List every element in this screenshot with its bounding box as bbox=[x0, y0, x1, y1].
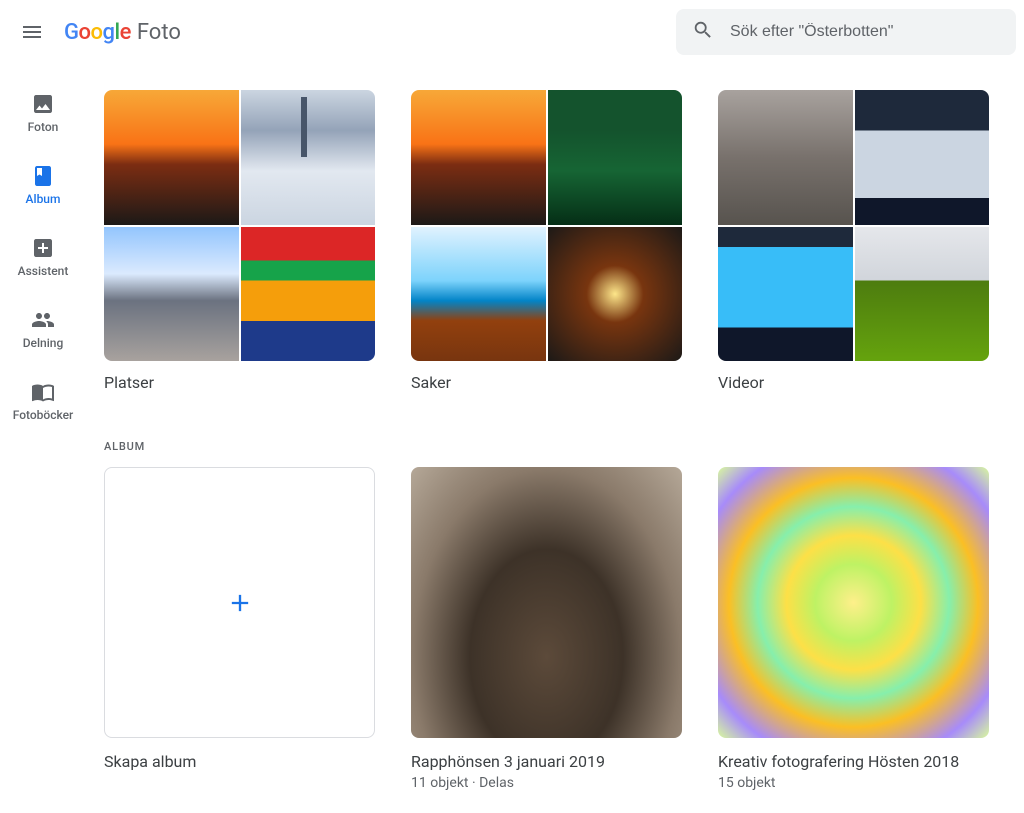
photobook-icon bbox=[31, 380, 55, 404]
google-logo-text: Google bbox=[64, 20, 131, 45]
category-tile bbox=[104, 90, 239, 225]
album-meta: 15 objekt bbox=[718, 775, 989, 791]
category-tile-grid bbox=[104, 90, 375, 361]
main-layout: Foton Album Assistent Delning Fotoböcker bbox=[0, 64, 1024, 813]
category-tile bbox=[548, 227, 683, 362]
content-area: Platser Saker Videor bbox=[86, 64, 1024, 813]
sidebar-item-label: Fotoböcker bbox=[13, 408, 74, 422]
category-label: Videor bbox=[718, 373, 989, 392]
album-section-header: ALBUM bbox=[104, 440, 1006, 453]
search-bar[interactable] bbox=[676, 9, 1016, 55]
category-tile-grid bbox=[411, 90, 682, 361]
album-card[interactable]: Kreativ fotografering Hösten 2018 15 obj… bbox=[718, 467, 989, 791]
album-title: Kreativ fotografering Hösten 2018 bbox=[718, 752, 989, 771]
search-icon bbox=[692, 19, 714, 45]
category-card-videos[interactable]: Videor bbox=[718, 90, 989, 392]
product-name: Foto bbox=[137, 20, 181, 45]
album-cover bbox=[718, 467, 989, 738]
category-tile bbox=[718, 227, 853, 362]
sidebar-item-photos[interactable]: Foton bbox=[28, 92, 59, 134]
category-tile-grid bbox=[718, 90, 989, 361]
category-row: Platser Saker Videor bbox=[104, 90, 1006, 392]
sidebar-item-label: Assistent bbox=[18, 264, 69, 278]
category-tile bbox=[548, 90, 683, 225]
assistant-icon bbox=[31, 236, 55, 260]
category-tile bbox=[718, 90, 853, 225]
album-card[interactable]: Rapphönsen 3 januari 2019 11 objekt · De… bbox=[411, 467, 682, 791]
category-tile bbox=[855, 227, 990, 362]
category-tile bbox=[411, 227, 546, 362]
album-icon bbox=[31, 164, 55, 188]
album-title: Rapphönsen 3 januari 2019 bbox=[411, 752, 682, 771]
sidebar-item-photobooks[interactable]: Fotoböcker bbox=[13, 380, 74, 422]
create-album-box bbox=[104, 467, 375, 738]
app-logo[interactable]: Google Foto bbox=[64, 20, 181, 45]
sharing-icon bbox=[31, 308, 55, 332]
hamburger-icon bbox=[20, 20, 44, 44]
sidebar-item-label: Delning bbox=[23, 336, 64, 350]
category-card-places[interactable]: Platser bbox=[104, 90, 375, 392]
album-cover bbox=[411, 467, 682, 738]
sidebar-item-sharing[interactable]: Delning bbox=[23, 308, 64, 350]
app-header: Google Foto bbox=[0, 0, 1024, 64]
albums-row: Skapa album Rapphönsen 3 januari 2019 11… bbox=[104, 467, 1006, 791]
photo-icon bbox=[31, 92, 55, 116]
album-meta: 11 objekt · Delas bbox=[411, 775, 682, 791]
sidebar-item-album[interactable]: Album bbox=[26, 164, 61, 206]
category-tile bbox=[411, 90, 546, 225]
create-album-label: Skapa album bbox=[104, 752, 375, 771]
main-menu-button[interactable] bbox=[8, 8, 56, 56]
sidebar-item-assistant[interactable]: Assistent bbox=[18, 236, 69, 278]
category-tile bbox=[104, 227, 239, 362]
search-input[interactable] bbox=[730, 23, 1000, 41]
category-tile bbox=[241, 90, 376, 225]
sidebar-item-label: Album bbox=[26, 192, 61, 206]
plus-icon bbox=[226, 589, 254, 617]
create-album-card[interactable]: Skapa album bbox=[104, 467, 375, 791]
category-label: Platser bbox=[104, 373, 375, 392]
category-tile bbox=[855, 90, 990, 225]
sidebar: Foton Album Assistent Delning Fotoböcker bbox=[0, 64, 86, 813]
category-card-things[interactable]: Saker bbox=[411, 90, 682, 392]
category-tile bbox=[241, 227, 376, 362]
category-label: Saker bbox=[411, 373, 682, 392]
sidebar-item-label: Foton bbox=[28, 120, 59, 134]
